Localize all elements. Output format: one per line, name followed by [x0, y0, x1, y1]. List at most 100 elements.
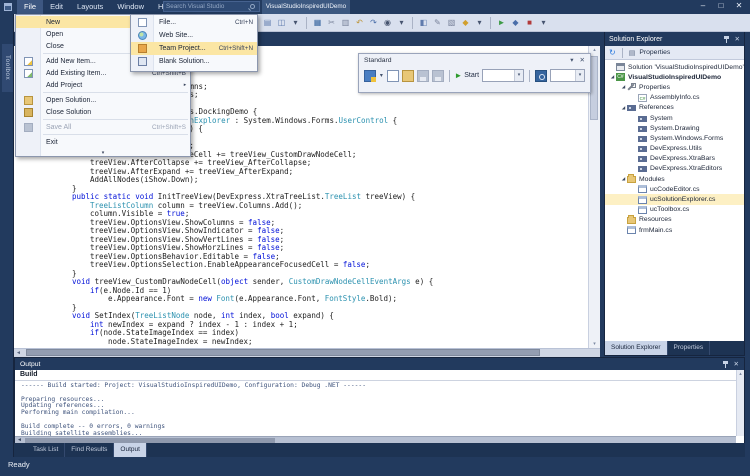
- menu-item-add-project[interactable]: Add Project▸: [16, 79, 190, 91]
- scroll-up-arrow[interactable]: ▴: [737, 370, 744, 378]
- submenu-item-team-project[interactable]: Team Project...Ctrl+Shift+N: [131, 42, 257, 55]
- editor-hscroll-thumb[interactable]: [26, 349, 540, 356]
- menu-item-exit[interactable]: Exit: [16, 136, 190, 148]
- tab-output[interactable]: Output: [114, 443, 147, 457]
- tree-node-devexpress-utils[interactable]: DevExpress.Utils: [605, 144, 744, 154]
- tree-node-ucsolutionexplorer-cs[interactable]: ucSolutionExplorer.cs: [605, 194, 744, 204]
- menubar-item-layouts[interactable]: Layouts: [70, 0, 110, 14]
- close-icon[interactable]: ✕: [734, 360, 739, 369]
- tree-node-system-windows-forms[interactable]: System.Windows.Forms: [605, 133, 744, 143]
- tree-node-modules[interactable]: ◢Modules: [605, 174, 744, 184]
- tree-node-uccodeeditor-cs[interactable]: ucCodeEditor.cs: [605, 184, 744, 194]
- pin-icon[interactable]: [722, 360, 729, 369]
- menu-item-open-solution[interactable]: Open Solution...: [16, 94, 190, 106]
- run-configuration-combobox[interactable]: ▾: [482, 69, 524, 82]
- chevron-down-icon[interactable]: ▾: [570, 56, 573, 65]
- tree-node-assemblyinfo-cs[interactable]: C#AssemblyInfo.cs: [605, 93, 744, 103]
- scroll-left-arrow[interactable]: ◄: [16, 350, 21, 356]
- properties-button[interactable]: Properties: [639, 49, 670, 56]
- chevron-down-icon[interactable]: ▾: [575, 70, 584, 81]
- pin-icon[interactable]: [723, 35, 730, 44]
- submenu-item-web-site[interactable]: Web Site...: [131, 29, 257, 42]
- tab-find-results[interactable]: Find Results: [65, 443, 114, 457]
- search-combobox[interactable]: ▾: [550, 69, 585, 82]
- search-input[interactable]: [164, 3, 250, 10]
- search-icon: [250, 4, 255, 9]
- expander-icon[interactable]: ◢: [609, 74, 616, 80]
- tab-solution-explorer[interactable]: Solution Explorer: [605, 341, 668, 355]
- tree-node-system[interactable]: System: [605, 113, 744, 123]
- start-debug-icon[interactable]: ►: [496, 18, 507, 28]
- find-icon[interactable]: ◉: [382, 18, 393, 28]
- properties-window-icon[interactable]: ◧: [418, 18, 429, 28]
- caret-down-icon[interactable]: ▾: [538, 18, 549, 28]
- output-log[interactable]: ------ Build started: Project: VisualStu…: [15, 381, 736, 436]
- tree-node-uctoolbox-cs[interactable]: ucToolbox.cs: [605, 205, 744, 215]
- menu-item-label: Save All: [40, 124, 152, 131]
- save-icon[interactable]: ▦: [312, 18, 323, 28]
- minimize-button[interactable]: –: [694, 0, 712, 13]
- output-horizontal-scrollbar[interactable]: ◄: [15, 436, 736, 443]
- menu-item-close-solution[interactable]: Close Solution: [16, 106, 190, 118]
- menubar-item-edit[interactable]: Edit: [43, 0, 70, 14]
- tree-node-devexpress-xtraeditors[interactable]: DevExpress.XtraEditors: [605, 164, 744, 174]
- close-icon[interactable]: ✕: [580, 56, 585, 65]
- new-item-icon[interactable]: [387, 70, 399, 82]
- open-file-icon[interactable]: ◫: [276, 18, 287, 28]
- tab-task-list[interactable]: Task List: [27, 443, 65, 457]
- editor-vscroll-thumb[interactable]: [590, 56, 598, 120]
- open-folder-icon[interactable]: [402, 70, 414, 82]
- output-source-selector[interactable]: Build: [15, 370, 744, 381]
- caret-down-icon[interactable]: ▾: [290, 18, 301, 28]
- close-icon[interactable]: ✕: [735, 35, 740, 44]
- add-existing-item-icon: [24, 69, 33, 78]
- scroll-down-arrow[interactable]: ▾: [589, 340, 600, 348]
- tree-node-system-drawing[interactable]: System.Drawing: [605, 123, 744, 133]
- save-icon[interactable]: [417, 70, 429, 82]
- print-icon[interactable]: ▧: [446, 18, 457, 28]
- standard-toolbar-titlebar[interactable]: Standard ▾ ✕: [359, 54, 590, 67]
- tools-icon[interactable]: ✎: [432, 18, 443, 28]
- refresh-icon[interactable]: ↻: [609, 48, 616, 58]
- save-all-icon[interactable]: [432, 70, 444, 82]
- find-in-files-icon[interactable]: [535, 70, 547, 82]
- tree-node-resources[interactable]: Resources: [605, 215, 744, 225]
- expander-icon[interactable]: ◢: [620, 176, 627, 182]
- expander-icon[interactable]: ◢: [620, 105, 627, 111]
- redo-icon[interactable]: ↷: [368, 18, 379, 28]
- tree-node-properties[interactable]: ◢Properties: [605, 82, 744, 92]
- properties-icon[interactable]: ▤: [629, 49, 636, 57]
- menu-item-save-all[interactable]: Save AllCtrl+Shift+S: [16, 121, 190, 133]
- stop-icon[interactable]: ■: [524, 18, 535, 28]
- attach-icon[interactable]: ◆: [510, 18, 521, 28]
- undo-icon[interactable]: ↶: [354, 18, 365, 28]
- menu-overflow-chevron[interactable]: ▾: [16, 148, 190, 157]
- open-solution-icon: [24, 96, 33, 105]
- chevron-down-icon[interactable]: ▾: [514, 70, 523, 81]
- menubar-item-file[interactable]: File: [17, 0, 43, 14]
- lightning-icon[interactable]: ◆: [460, 18, 471, 28]
- toolbox-autohide-tab[interactable]: Toolbox: [2, 44, 13, 92]
- tree-node-devexpress-xtrabars[interactable]: DevExpress.XtraBars: [605, 154, 744, 164]
- maximize-button[interactable]: □: [712, 0, 730, 13]
- caret-down-icon[interactable]: ▾: [396, 18, 407, 28]
- start-button[interactable]: ► Start: [454, 71, 479, 80]
- submenu-item-blank-solution[interactable]: Blank Solution...: [131, 55, 257, 68]
- start-label: Start: [464, 72, 479, 79]
- close-button[interactable]: ✕: [730, 0, 748, 13]
- new-project-icon[interactable]: [364, 70, 376, 82]
- submenu-item-file[interactable]: File...Ctrl+N: [131, 16, 257, 29]
- cut-icon[interactable]: ✂: [326, 18, 337, 28]
- copy-icon[interactable]: ▥: [340, 18, 351, 28]
- chevron-down-icon[interactable]: ▾: [379, 72, 384, 79]
- tree-node-solution-visualstudioinspireduidemo-1-proj[interactable]: Solution 'VisualStudioInspiredUIDemo' (1…: [605, 62, 744, 72]
- expander-icon[interactable]: ◢: [620, 84, 627, 90]
- output-vertical-scrollbar[interactable]: ▴: [736, 370, 744, 436]
- tree-node-visualstudioinspireduidemo[interactable]: ◢C#VisualStudioInspiredUIDemo: [605, 72, 744, 82]
- tab-properties[interactable]: Properties: [668, 341, 711, 355]
- tree-node-frmmain-cs[interactable]: frmMain.cs: [605, 225, 744, 235]
- menubar-item-window[interactable]: Window: [110, 0, 151, 14]
- caret-down-icon[interactable]: ▾: [474, 18, 485, 28]
- tree-node-references[interactable]: ◢References: [605, 103, 744, 113]
- new-file-icon[interactable]: ▤: [262, 18, 273, 28]
